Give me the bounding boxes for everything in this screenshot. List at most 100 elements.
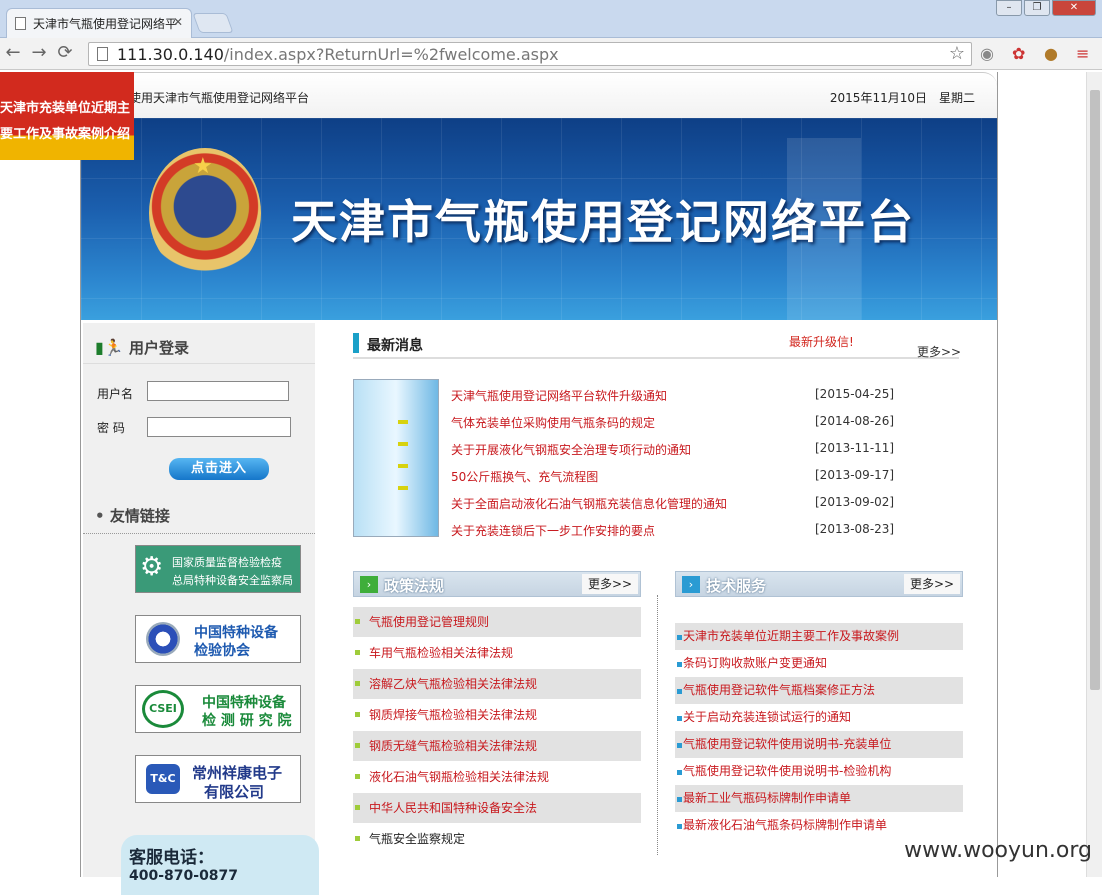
link-csei-institute[interactable]: CSEI 中国特种设备 检 测 研 究 院 <box>135 685 301 733</box>
page-icon <box>97 47 108 61</box>
policy-title: 政策法规 <box>384 575 444 596</box>
tech-item[interactable]: 气瓶使用登记软件气瓶档案修正方法 <box>675 677 963 704</box>
aqsiq-logo-icon: ⚙ <box>140 552 163 582</box>
tech-item[interactable]: 气瓶使用登记软件使用说明书-充装单位 <box>675 731 963 758</box>
menu-icon[interactable]: ≡ <box>1076 44 1089 63</box>
link-aqsiq[interactable]: ⚙ 国家质量监督检验检疫 总局特种设备安全监察局 <box>135 545 301 593</box>
policy-item[interactable]: 钢质无缝气瓶检验相关法律法规 <box>353 731 641 761</box>
cookie-icon[interactable]: ● <box>1044 44 1058 63</box>
close-tab-icon[interactable]: ✕ <box>173 15 183 29</box>
news-more-link[interactable]: 更多>> <box>917 343 961 360</box>
tech-item-label: 气瓶使用登记软件气瓶档案修正方法 <box>683 683 875 697</box>
login-button[interactable]: 点击进入 <box>169 458 269 480</box>
policy-item[interactable]: 液化石油气钢瓶检验相关法律法规 <box>353 762 641 792</box>
bullet-icon <box>677 743 682 748</box>
policy-item[interactable]: 气瓶安全监察规定 <box>353 824 641 854</box>
tech-item[interactable]: 关于启动充装连锁试运行的通知 <box>675 704 963 731</box>
reload-icon[interactable]: ⟳ <box>54 42 76 63</box>
news-bar-icon <box>353 333 359 353</box>
bullet-icon <box>355 619 360 624</box>
links-heading: • 友情链接 <box>95 505 170 526</box>
policy-item[interactable]: 钢质焊接气瓶检验相关法律法规 <box>353 700 641 730</box>
minimize-icon[interactable]: – <box>996 0 1022 16</box>
image-detail <box>398 486 408 490</box>
link-tc-electronics[interactable]: T&C 常州祥康电子 有限公司 <box>135 755 301 803</box>
bookmark-star-icon[interactable]: ☆ <box>949 43 965 64</box>
browser-toolbar: ← → ⟳ 111.30.0.140/index.aspx?ReturnUrl=… <box>0 38 1102 70</box>
policy-item[interactable]: 气瓶使用登记管理规则 <box>353 607 641 637</box>
link-line1: 国家质量监督检验检疫 <box>172 554 282 570</box>
policy-item[interactable]: 车用气瓶检验相关法律法规 <box>353 638 641 668</box>
column-divider <box>657 595 658 855</box>
web-page: 使用天津市气瓶使用登记网络平台 2015年11月10日 星期二 ★ 天津市气瓶使… <box>80 72 998 877</box>
latest-upgrade-marquee[interactable]: 最新升级信! <box>789 333 854 350</box>
tech-header: › 技术服务 更多>> <box>675 571 963 597</box>
bullet-icon <box>677 662 682 667</box>
tech-item[interactable]: 气瓶使用登记软件使用说明书-检验机构 <box>675 758 963 785</box>
back-icon[interactable]: ← <box>2 42 24 63</box>
url-path: /index.aspx?ReturnUrl=%2fwelcome.aspx <box>224 45 559 64</box>
password-input[interactable] <box>147 417 291 437</box>
image-detail <box>398 442 408 446</box>
ad-line2: 要工作及事故案例介绍 <box>0 122 134 148</box>
window-controls: – ❐ ✕ <box>996 0 1096 18</box>
username-input[interactable] <box>147 381 289 401</box>
extension-circle-icon[interactable]: ◉ <box>980 44 994 63</box>
tech-item-label: 条码订购收款账户变更通知 <box>683 656 827 670</box>
tech-item[interactable]: 最新液化石油气瓶条码标牌制作申请单 <box>675 812 963 839</box>
link-line1: 中国特种设备 <box>194 622 278 642</box>
bullet-icon <box>677 824 682 829</box>
banner-title: 天津市气瓶使用登记网络平台 <box>291 186 915 252</box>
new-tab-button[interactable] <box>192 13 233 33</box>
browser-tab-bar: 天津市气瓶使用登记网络平 ✕ – ❐ ✕ <box>0 0 1102 38</box>
tc-logo-icon: T&C <box>146 764 180 794</box>
policy-item-label: 钢质无缝气瓶检验相关法律法规 <box>369 739 537 753</box>
news-date: [2013-09-17] <box>815 468 894 482</box>
bullet-icon <box>355 774 360 779</box>
url-host: 111.30.0.140 <box>117 45 224 64</box>
forward-icon[interactable]: → <box>28 42 50 63</box>
bullet-icon <box>355 805 360 810</box>
link-line2: 检验协会 <box>194 640 250 660</box>
bullet-icon <box>677 770 682 775</box>
login-heading: ▮🏃 用户登录 <box>95 337 189 358</box>
link-line2: 有限公司 <box>204 781 264 802</box>
link-csei-association[interactable]: 中国特种设备 检验协会 <box>135 615 301 663</box>
arrow-right-icon: › <box>360 576 378 593</box>
left-sidebar: ▮🏃 用户登录 用户名 密 码 点击进入 • 友情链接 ⚙ 国家质量监督检验检疫… <box>83 323 315 877</box>
policy-item[interactable]: 中华人民共和国特种设备安全法 <box>353 793 641 823</box>
bullet-icon <box>355 650 360 655</box>
floating-ad[interactable]: 天津市充装单位近期主 要工作及事故案例介绍 <box>0 72 134 160</box>
tech-item-label: 最新液化石油气瓶条码标牌制作申请单 <box>683 818 887 832</box>
bullet-icon <box>355 836 360 841</box>
link-line2: 检 测 研 究 院 <box>202 710 292 730</box>
tech-item[interactable]: 天津市充装单位近期主要工作及事故案例 <box>675 623 963 650</box>
top-info-bar: 使用天津市气瓶使用登记网络平台 2015年11月10日 星期二 <box>81 72 997 118</box>
login-title: 用户登录 <box>129 339 189 357</box>
browser-tab[interactable]: 天津市气瓶使用登记网络平 ✕ <box>6 8 192 38</box>
bullet-icon <box>677 689 682 694</box>
policy-more-link[interactable]: 更多>> <box>582 574 638 594</box>
scrollbar-thumb[interactable] <box>1090 90 1100 690</box>
bullet-icon <box>355 712 360 717</box>
policy-item-label: 气瓶使用登记管理规则 <box>369 615 489 629</box>
bullet-icon <box>677 797 682 802</box>
tech-more-link[interactable]: 更多>> <box>904 574 960 594</box>
image-detail <box>398 464 408 468</box>
window-close-icon[interactable]: ✕ <box>1052 0 1096 16</box>
extension-badge-icon[interactable]: ✿ <box>1012 44 1025 63</box>
page-scrollbar[interactable] <box>1086 72 1102 877</box>
bullet-icon <box>677 635 682 640</box>
runner-icon: ▮🏃 <box>95 338 124 357</box>
tech-item-label: 关于启动充装连锁试运行的通知 <box>683 710 851 724</box>
policy-header: › 政策法规 更多>> <box>353 571 641 597</box>
arrow-right-icon: › <box>682 576 700 593</box>
tech-item[interactable]: 条码订购收款账户变更通知 <box>675 650 963 677</box>
policy-item[interactable]: 溶解乙炔气瓶检验相关法律法规 <box>353 669 641 699</box>
tech-title: 技术服务 <box>706 575 766 596</box>
address-bar[interactable]: 111.30.0.140/index.aspx?ReturnUrl=%2fwel… <box>88 42 972 66</box>
tech-item[interactable]: 最新工业气瓶码标牌制作申请单 <box>675 785 963 812</box>
site-banner: ★ 天津市气瓶使用登记网络平台 <box>81 118 997 320</box>
page-icon <box>15 17 26 30</box>
maximize-icon[interactable]: ❐ <box>1024 0 1050 16</box>
